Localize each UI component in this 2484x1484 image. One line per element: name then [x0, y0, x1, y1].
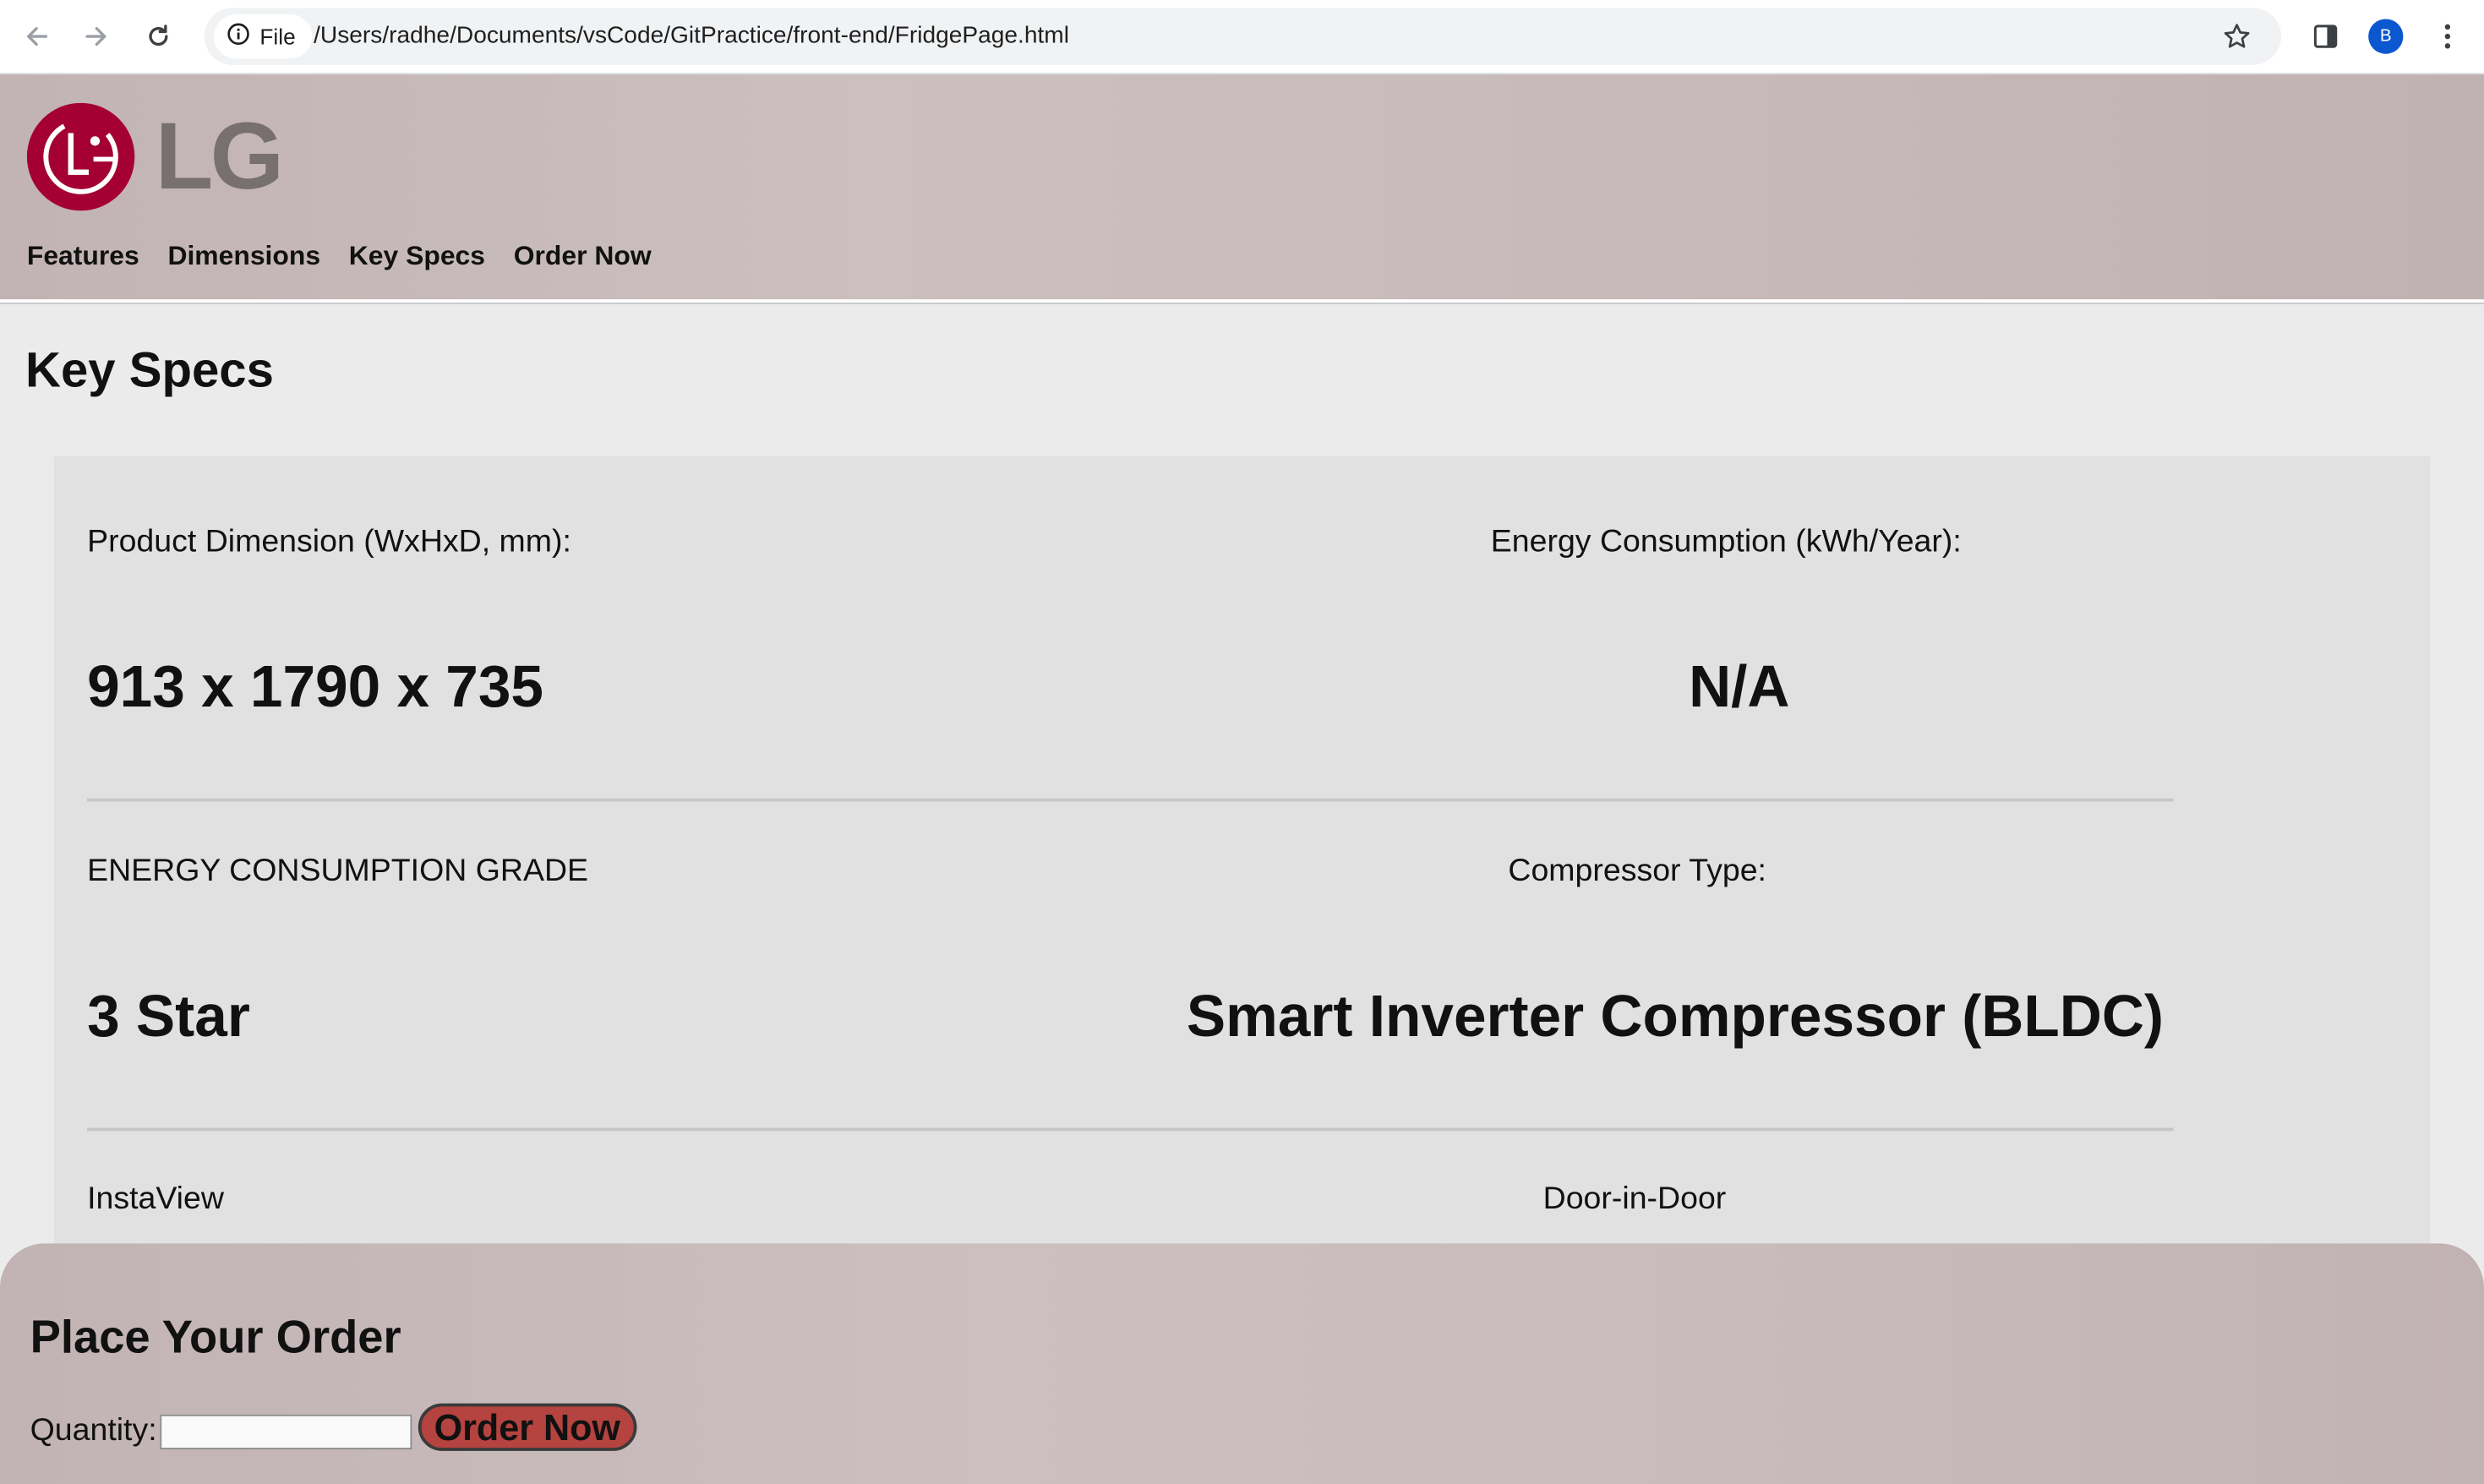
order-title: Place Your Order — [30, 1312, 401, 1364]
main-nav: Features Dimensions Key Specs Order Now — [27, 241, 652, 272]
spec-value-product-dimension: 913 x 1790 x 735 — [87, 654, 544, 719]
spec-label-door-in-door: Door-in-Door — [1542, 1181, 1727, 1217]
spec-label-energy-consumption: Energy Consumption (kWh/Year): — [1490, 524, 1962, 559]
url-text[interactable]: /Users/radhe/Documents/vsCode/GitPractic… — [314, 22, 1069, 49]
file-chip-label: File — [259, 24, 296, 50]
spec-label-product-dimension: Product Dimension (WxHxD, mm): — [87, 524, 571, 559]
quantity-label: Quantity: — [30, 1412, 157, 1449]
lg-logo[interactable]: LG — [25, 101, 284, 212]
star-icon[interactable] — [2214, 14, 2258, 58]
profile-avatar[interactable]: B — [2368, 19, 2404, 54]
order-now-button[interactable]: Order Now — [418, 1403, 636, 1451]
nav-order-now[interactable]: Order Now — [514, 241, 652, 272]
order-section: Place Your Order Quantity: Order Now — [0, 1243, 2484, 1484]
spec-value-energy-consumption: N/A — [1689, 654, 1790, 719]
nav-dimensions[interactable]: Dimensions — [167, 241, 320, 272]
specs-panel: Product Dimension (WxHxD, mm): 913 x 179… — [53, 456, 2431, 1280]
browser-window: File /Users/radhe/Documents/vsCode/GitPr… — [0, 0, 2484, 1484]
page-title: Key Specs — [25, 341, 274, 398]
forward-arrow-icon[interactable] — [73, 13, 120, 60]
nav-features[interactable]: Features — [27, 241, 139, 272]
logo-wordmark: LG — [155, 102, 284, 210]
site-header: LG Features Dimensions Key Specs Order N… — [0, 74, 2484, 300]
site-info-chip[interactable]: File — [214, 14, 312, 59]
kebab-menu-icon[interactable] — [2427, 13, 2469, 60]
spec-divider — [87, 1127, 2174, 1132]
quantity-input[interactable] — [160, 1414, 412, 1450]
side-panel-icon[interactable] — [2303, 13, 2347, 60]
spec-label-compressor-type: Compressor Type: — [1508, 854, 1766, 889]
nav-key-specs[interactable]: Key Specs — [349, 241, 485, 272]
info-icon — [227, 22, 250, 51]
spec-label-energy-grade: ENERGY CONSUMPTION GRADE — [87, 854, 589, 889]
lg-face-logo-icon — [26, 102, 135, 211]
browser-toolbar: File /Users/radhe/Documents/vsCode/GitPr… — [0, 0, 2484, 75]
spec-value-energy-grade: 3 Star — [87, 983, 250, 1049]
back-arrow-icon[interactable] — [13, 13, 60, 60]
header-divider — [0, 299, 2484, 304]
spec-label-instaview: InstaView — [87, 1181, 224, 1217]
address-bar[interactable]: File /Users/radhe/Documents/vsCode/GitPr… — [204, 8, 2282, 65]
spec-value-compressor-type: Smart Inverter Compressor (BLDC) — [1186, 983, 2165, 1049]
spec-divider — [87, 798, 2174, 802]
reload-icon[interactable] — [134, 13, 182, 60]
